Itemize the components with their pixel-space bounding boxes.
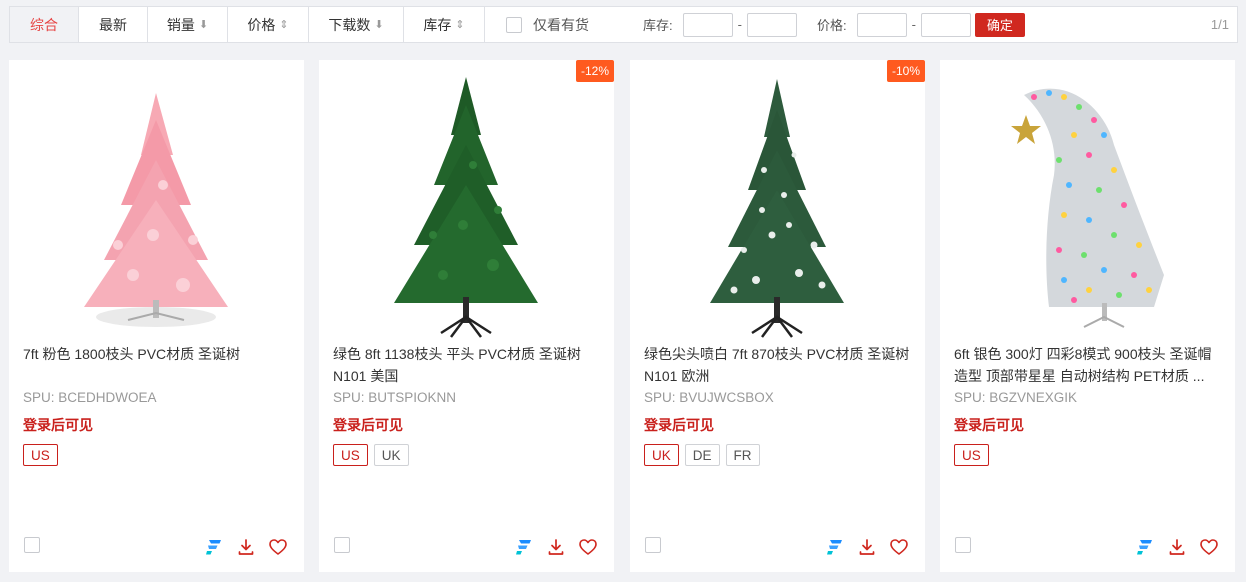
price-max-input[interactable] xyxy=(920,12,971,37)
only-in-stock-label: 仅看有货 xyxy=(533,16,589,33)
region-tag: DE xyxy=(684,444,720,466)
product-title[interactable]: 绿色尖头喷白 7ft 870枝头 PVC材质 圣诞树 N101 欧洲 xyxy=(644,343,910,387)
sort-label: 价格 xyxy=(247,16,276,33)
product-card[interactable]: -10% 绿色尖头喷白 7ft 870枝头 PVC材质 圣诞树 N101 欧洲 … xyxy=(630,60,925,572)
product-spu: SPU: BCEDHDWOEA xyxy=(23,390,157,405)
stock-max-input[interactable] xyxy=(746,12,797,37)
only-in-stock-checkbox[interactable] xyxy=(506,16,522,33)
sort-desc-icon: ⬇ xyxy=(374,19,384,31)
sort-sales[interactable]: 销量 ⬇ xyxy=(148,7,228,42)
product-image[interactable] xyxy=(954,75,1220,341)
login-to-view-price[interactable]: 登录后可见 xyxy=(333,415,403,435)
product-card[interactable]: -12% 绿色 8ft 1138枝头 平头 PVC材质 圣诞树 N101 美国 … xyxy=(319,60,614,572)
region-tags: US xyxy=(954,444,989,466)
region-tags: UK DE FR xyxy=(644,444,760,466)
product-image[interactable] xyxy=(333,75,599,341)
region-tags: US UK xyxy=(333,444,409,466)
flash-publish-icon[interactable] xyxy=(1135,537,1155,557)
region-tags: US xyxy=(23,444,58,466)
product-title[interactable]: 7ft 粉色 1800枝头 PVC材质 圣诞树 xyxy=(23,343,289,365)
product-title[interactable]: 绿色 8ft 1138枝头 平头 PVC材质 圣诞树 N101 美国 xyxy=(333,343,599,387)
login-to-view-price[interactable]: 登录后可见 xyxy=(644,415,714,435)
stock-min-input[interactable] xyxy=(682,12,733,37)
region-tag: US xyxy=(333,444,368,466)
card-actions xyxy=(1135,537,1219,557)
price-min-input[interactable] xyxy=(856,12,907,37)
download-icon[interactable] xyxy=(857,537,877,557)
discount-badge: -10% xyxy=(886,60,925,82)
product-image[interactable] xyxy=(23,75,289,341)
sort-newest[interactable]: 最新 xyxy=(79,7,148,42)
region-tag: FR xyxy=(725,444,760,466)
product-select-checkbox[interactable] xyxy=(334,537,350,553)
product-card[interactable]: 6ft 银色 300灯 四彩8模式 900枝头 圣诞帽造型 顶部带星星 自动树结… xyxy=(940,60,1235,572)
region-tag: US xyxy=(954,444,989,466)
flash-publish-icon[interactable] xyxy=(204,537,224,557)
product-select-checkbox[interactable] xyxy=(955,537,971,553)
favorite-heart-icon[interactable] xyxy=(1199,537,1219,557)
sort-toggle-icon: ⇕ xyxy=(279,19,289,31)
product-select-checkbox[interactable] xyxy=(645,537,661,553)
sort-label: 最新 xyxy=(99,16,127,33)
login-to-view-price[interactable]: 登录后可见 xyxy=(23,415,93,435)
range-dash: - xyxy=(737,17,742,32)
sort-price[interactable]: 价格 ⇕ xyxy=(228,7,309,42)
stock-range-label: 库存: xyxy=(643,18,673,33)
discount-badge: -12% xyxy=(575,60,614,82)
download-icon[interactable] xyxy=(546,537,566,557)
product-title[interactable]: 6ft 银色 300灯 四彩8模式 900枝头 圣诞帽造型 顶部带星星 自动树结… xyxy=(954,343,1220,387)
card-actions xyxy=(825,537,909,557)
favorite-heart-icon[interactable] xyxy=(268,537,288,557)
product-spu: SPU: BVUJWCSBOX xyxy=(644,390,774,405)
download-icon[interactable] xyxy=(236,537,256,557)
favorite-heart-icon[interactable] xyxy=(578,537,598,557)
region-tag: UK xyxy=(644,444,679,466)
card-actions xyxy=(204,537,288,557)
sort-toggle-icon: ⇕ xyxy=(455,19,465,31)
sort-comprehensive[interactable]: 综合 xyxy=(10,7,79,42)
price-range-label: 价格: xyxy=(816,18,847,33)
range-dash: - xyxy=(911,17,916,32)
flash-publish-icon[interactable] xyxy=(514,537,534,557)
price-range-filter: 价格: - xyxy=(816,12,971,37)
sort-filter-toolbar: 综合 最新 销量 ⬇ 价格 ⇕ 下载数 ⬇ 库存 ⇕ 仅看有货 库存: - 价格… xyxy=(9,6,1238,43)
card-actions xyxy=(514,537,598,557)
sort-label: 销量 xyxy=(166,16,195,33)
sort-desc-icon: ⬇ xyxy=(198,19,209,31)
stock-range-filter: 库存: - xyxy=(643,12,797,37)
favorite-heart-icon[interactable] xyxy=(889,537,909,557)
region-tag: US xyxy=(23,444,58,466)
download-icon[interactable] xyxy=(1167,537,1187,557)
sort-downloads[interactable]: 下载数 ⬇ xyxy=(309,7,404,42)
page-count: 1/1 xyxy=(1210,17,1229,32)
product-image[interactable] xyxy=(644,75,910,341)
product-card[interactable]: 7ft 粉色 1800枝头 PVC材质 圣诞树 SPU: BCEDHDWOEA … xyxy=(9,60,304,572)
confirm-button[interactable]: 确定 xyxy=(974,12,1025,37)
sort-label: 库存 xyxy=(423,16,452,33)
sort-stock[interactable]: 库存 ⇕ xyxy=(404,7,485,42)
only-in-stock-filter[interactable]: 仅看有货 xyxy=(506,15,589,35)
product-spu: SPU: BGZVNEXGIK xyxy=(954,390,1078,405)
login-to-view-price[interactable]: 登录后可见 xyxy=(954,415,1024,435)
region-tag: UK xyxy=(373,444,409,466)
flash-publish-icon[interactable] xyxy=(825,537,845,557)
sort-label: 综合 xyxy=(30,16,58,33)
product-select-checkbox[interactable] xyxy=(24,537,40,553)
sort-label: 下载数 xyxy=(328,16,371,33)
product-spu: SPU: BUTSPIOKNN xyxy=(333,390,457,405)
